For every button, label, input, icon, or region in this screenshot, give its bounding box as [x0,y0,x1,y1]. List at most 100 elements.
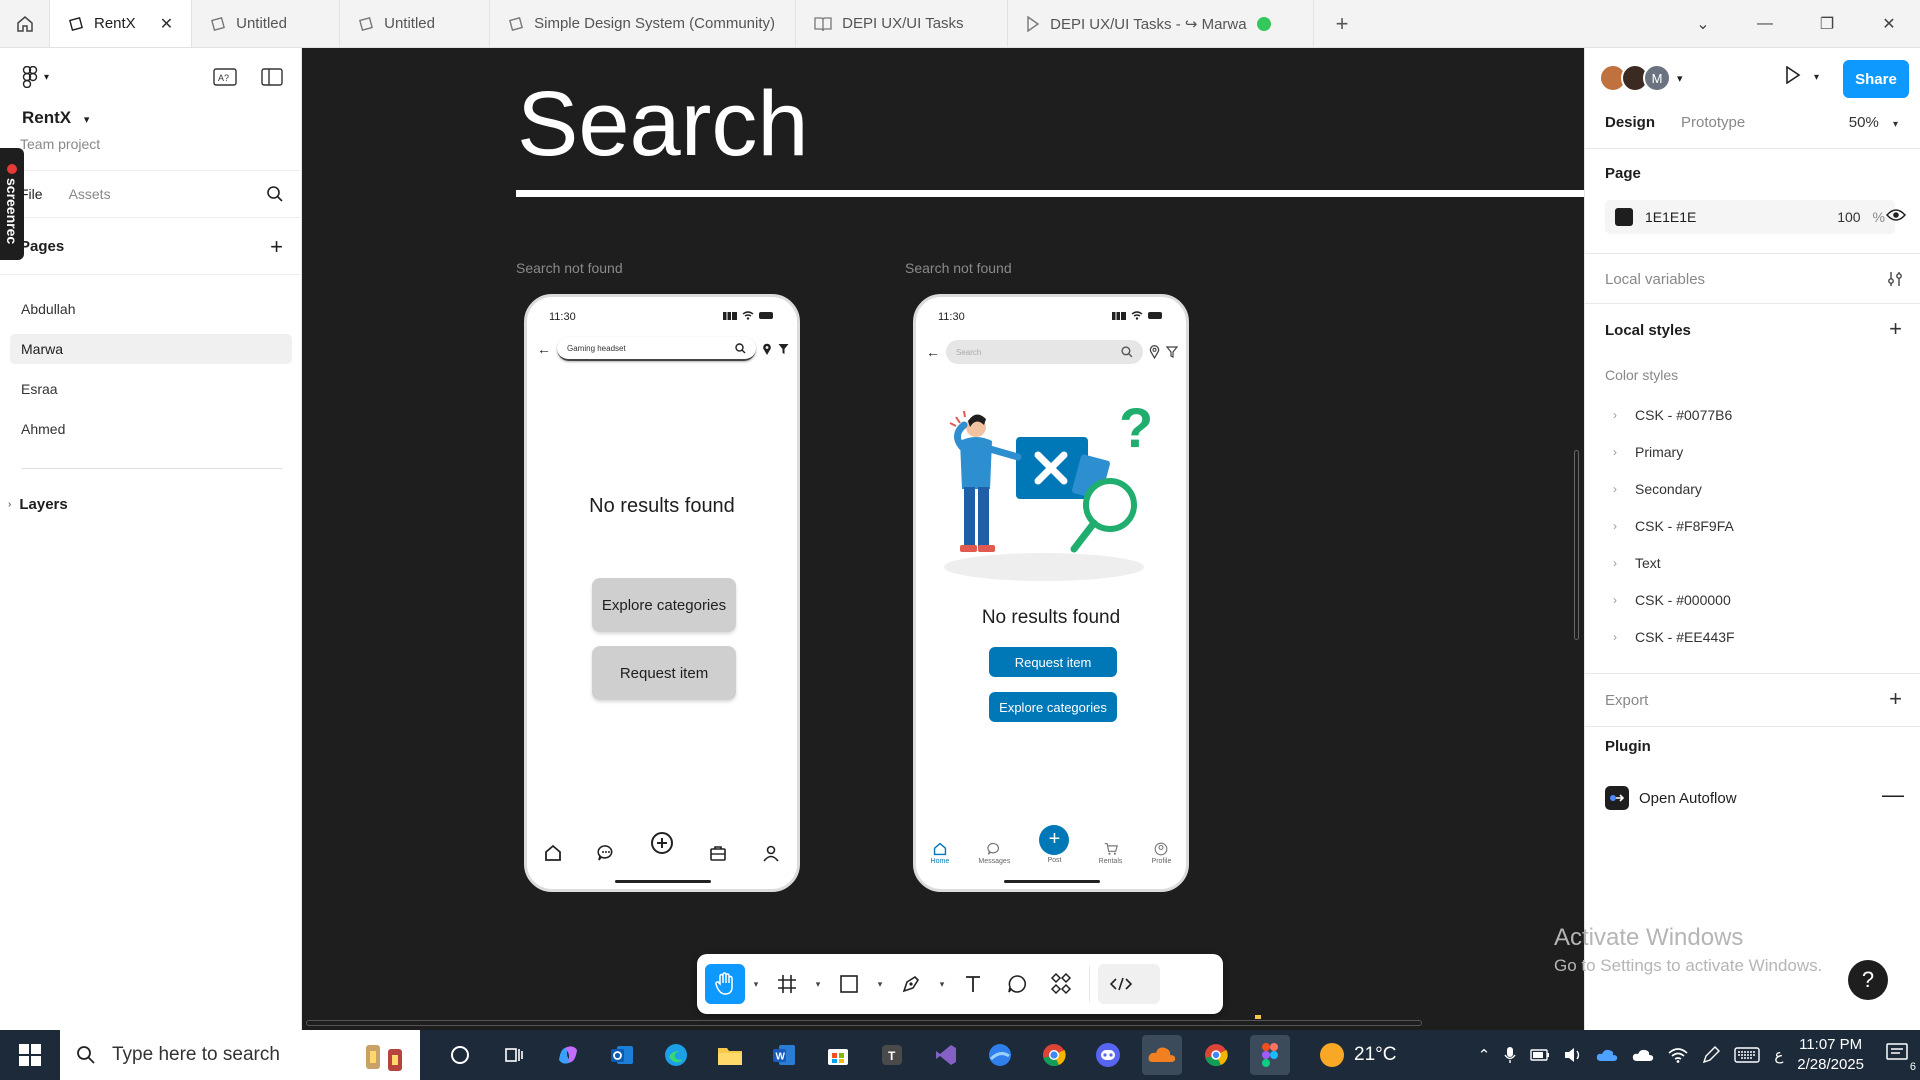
chevron-down-icon[interactable]: ▾ [811,979,825,990]
help-button[interactable]: ? [1848,960,1888,1000]
color-style-item[interactable]: › Text [1613,555,1661,571]
horizontal-scrollbar[interactable] [306,1020,1422,1026]
new-tab-button[interactable]: + [1314,0,1370,47]
search-input[interactable]: Search [946,340,1143,364]
microphone-icon[interactable] [1504,1046,1516,1064]
color-style-item[interactable]: › Secondary [1613,481,1702,497]
add-circle-icon[interactable] [650,831,674,855]
explore-categories-button[interactable]: Explore categories [592,578,736,632]
page-color-field[interactable]: 1E1E1E 100 % [1605,200,1895,234]
phone-frame-design[interactable]: 11:30 ← Search ? No results found Reques… [913,294,1189,892]
close-window-icon[interactable]: ✕ [1858,0,1920,48]
chrome-profile-icon[interactable] [1196,1035,1236,1075]
frame-tool[interactable] [767,964,807,1004]
discord-icon[interactable] [1088,1035,1128,1075]
speaker-icon[interactable] [1564,1047,1582,1063]
pen-tool[interactable] [891,964,931,1004]
shape-tool[interactable] [829,964,869,1004]
open-autoflow-item[interactable]: Open Autoflow [1605,786,1737,810]
home-icon[interactable] [544,844,562,862]
back-arrow-icon[interactable]: ← [926,344,940,360]
zoom-level[interactable]: 50% ▾ [1849,114,1898,131]
page-color-value[interactable]: 1E1E1E [1645,209,1696,225]
local-variables[interactable]: Local variables [1605,271,1705,288]
tab-design[interactable]: Design [1605,114,1655,131]
nav-profile[interactable]: Profile [1152,842,1171,865]
chrome-icon[interactable] [1034,1035,1074,1075]
search-input[interactable]: Gaming headset [557,337,756,361]
terminal-icon[interactable]: T [872,1035,912,1075]
collaborator-avatars[interactable]: M ▾ [1599,64,1683,92]
phone-frame-wireframe[interactable]: 11:30 ← Gaming headset No results found … [524,294,800,892]
page-item-marwa[interactable]: Marwa [10,334,292,364]
sidebar-toggle-icon[interactable] [261,68,283,86]
page-opacity[interactable]: 100 [1837,209,1860,225]
color-style-item[interactable]: › CSK - #0077B6 [1613,407,1732,423]
tab-simple-design-system[interactable]: Simple Design System (Community) [490,0,797,47]
taskbar-search-input[interactable]: Type here to search [60,1030,420,1080]
chevron-down-icon[interactable]: ▾ [873,979,887,990]
file-explorer-icon[interactable] [710,1035,750,1075]
tab-assets[interactable]: Assets [69,186,111,202]
store-icon[interactable] [818,1035,858,1075]
share-button[interactable]: Share [1843,60,1909,98]
ai-text-icon[interactable]: A? [213,68,237,86]
request-item-button[interactable]: Request item [592,646,736,700]
cloud-app-icon[interactable] [1142,1035,1182,1075]
visual-studio-icon[interactable] [926,1035,966,1075]
hand-tool[interactable] [705,964,745,1004]
color-style-item[interactable]: › CSK - #F8F9FA [1613,518,1734,534]
chevron-down-icon[interactable]: ⌄ [1672,0,1734,48]
page-item-ahmed[interactable]: Ahmed [10,414,292,444]
frame-label[interactable]: Search not found [516,260,623,276]
comment-tool[interactable] [997,964,1037,1004]
frame-label[interactable]: Search not found [905,260,1012,276]
color-style-item[interactable]: › CSK - #EE443F [1613,629,1735,645]
filter-icon[interactable] [1166,346,1178,358]
chevron-up-icon[interactable]: ⌃ [1478,1046,1491,1064]
edge-icon[interactable] [656,1035,696,1075]
main-menu-button[interactable]: ▾ [22,66,49,88]
keyboard-icon[interactable] [1734,1047,1761,1063]
copilot-icon[interactable] [548,1035,588,1075]
browser-icon[interactable] [980,1035,1020,1075]
tab-prototype[interactable]: Prototype [1681,114,1745,131]
onedrive-icon[interactable] [1596,1048,1618,1062]
cortana-icon[interactable] [440,1035,480,1075]
add-export-button[interactable]: + [1889,686,1902,712]
battery-icon[interactable] [1530,1049,1550,1061]
color-swatch[interactable] [1615,208,1633,226]
color-style-item[interactable]: › CSK - #000000 [1613,592,1731,608]
location-pin-icon[interactable] [1149,345,1160,359]
minimize-icon[interactable]: — [1734,0,1796,48]
chat-icon[interactable] [597,844,615,862]
task-view-icon[interactable] [494,1035,534,1075]
vertical-scrollbar[interactable] [1574,450,1579,640]
figma-taskbar-icon[interactable] [1250,1035,1290,1075]
outlook-icon[interactable] [602,1035,642,1075]
notification-button[interactable]: 6 [1886,1043,1916,1073]
page-item-abdullah[interactable]: Abdullah [10,294,292,324]
back-arrow-icon[interactable]: ← [537,341,551,357]
export-header[interactable]: Export [1605,692,1648,709]
request-item-button[interactable]: Request item [989,647,1117,677]
tab-untitled-1[interactable]: Untitled [192,0,341,47]
canvas[interactable]: Search Search not found Search not found… [302,48,1584,1030]
tab-depi-tasks[interactable]: DEPI UX/UI Tasks [796,0,1009,47]
profile-icon[interactable] [762,844,780,862]
layers-section[interactable]: › Layers [8,496,68,513]
close-tab-icon[interactable]: ✕ [160,14,173,34]
onedrive-icon[interactable] [1632,1048,1654,1062]
resources-tool[interactable] [1041,964,1081,1004]
dev-mode-toggle[interactable] [1098,964,1160,1004]
remove-plugin-button[interactable]: — [1882,782,1904,808]
location-pin-icon[interactable] [762,343,772,356]
explore-categories-button[interactable]: Explore categories [989,692,1117,722]
color-style-item[interactable]: › Primary [1613,444,1683,460]
filter-icon[interactable] [778,343,789,355]
chevron-down-icon[interactable]: ▾ [935,979,949,990]
chevron-down-icon[interactable]: ▾ [749,979,763,990]
start-button[interactable] [0,1044,60,1066]
wifi-icon[interactable] [1668,1047,1688,1063]
present-button[interactable]: ▾ [1785,65,1819,89]
